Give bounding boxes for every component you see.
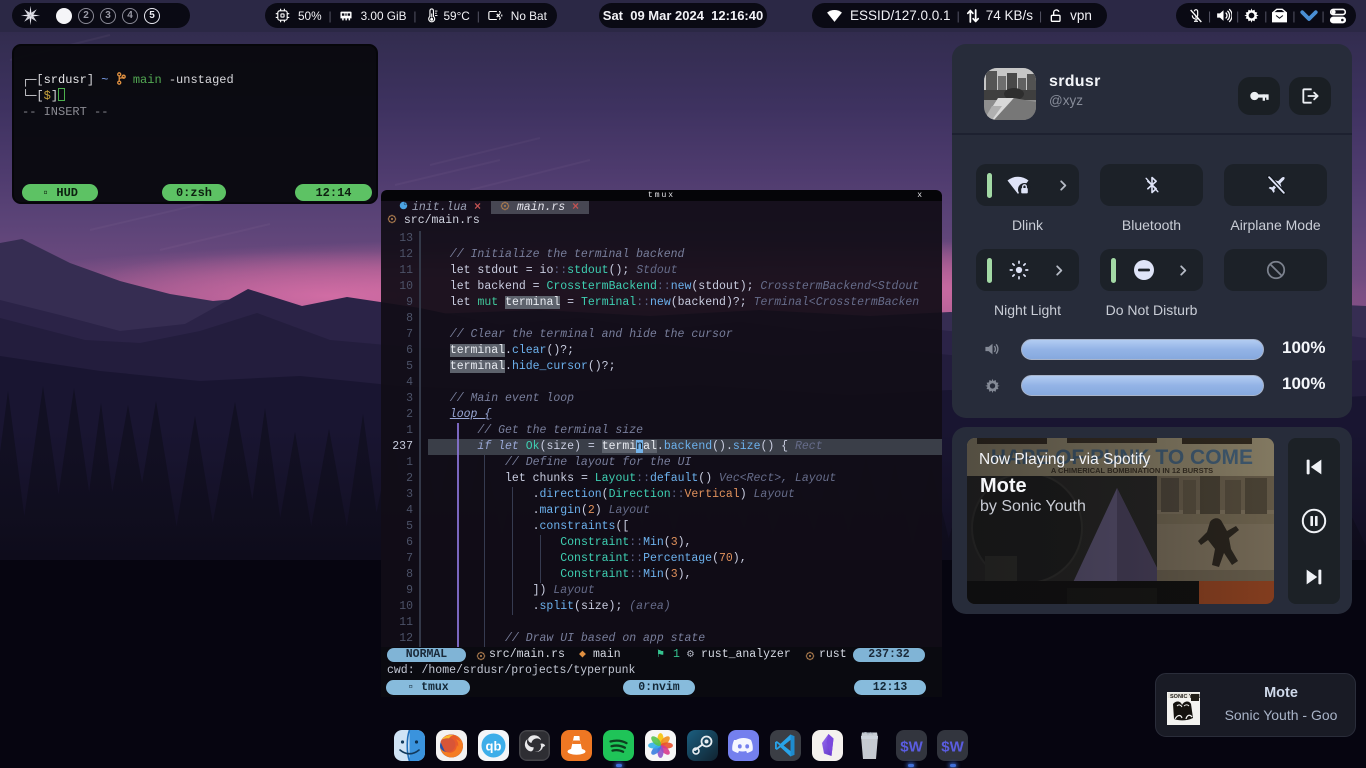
svg-text:qb: qb [485,739,501,754]
svg-text:$W: $W [942,739,965,756]
svg-text:$W: $W [900,739,923,756]
